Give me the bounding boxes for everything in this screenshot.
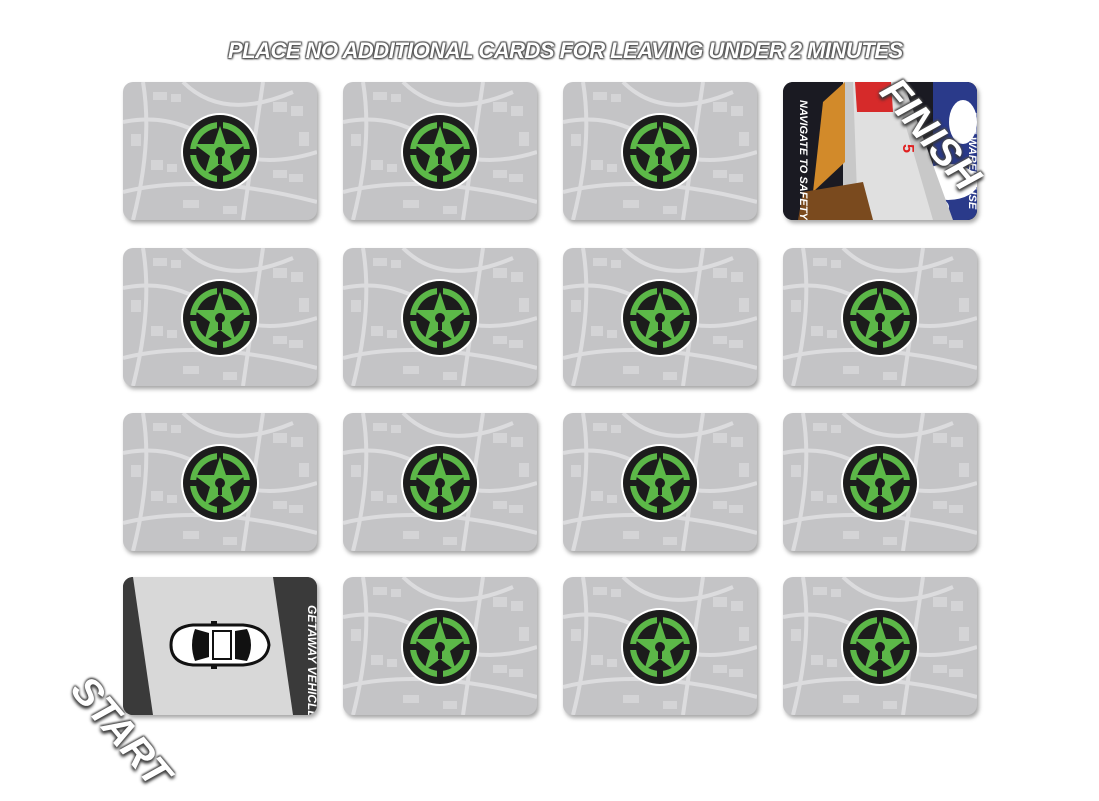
face-down-card[interactable]: [343, 413, 537, 551]
achievement-hunter-star-logo-icon: [400, 278, 480, 358]
achievement-hunter-star-logo-icon: [400, 443, 480, 523]
achievement-hunter-star-logo-icon: [400, 112, 480, 192]
face-down-card[interactable]: [563, 248, 757, 386]
face-down-card[interactable]: [783, 248, 977, 386]
face-down-card[interactable]: [123, 248, 317, 386]
start-card-title: GETAWAY VEHICLE: [305, 605, 317, 715]
finish-card-subtitle: NAVIGATE TO SAFETY: [797, 100, 809, 220]
achievement-hunter-star-logo-icon: [620, 112, 700, 192]
start-card-getaway-vehicle[interactable]: GETAWAY VEHICLE: [123, 577, 317, 715]
achievement-hunter-star-logo-icon: [620, 278, 700, 358]
face-down-card[interactable]: [343, 82, 537, 220]
achievement-hunter-star-logo-icon: [840, 443, 920, 523]
car-icon: [169, 621, 271, 669]
face-down-card[interactable]: [563, 82, 757, 220]
achievement-hunter-star-logo-icon: [400, 607, 480, 687]
achievement-hunter-star-logo-icon: [620, 607, 700, 687]
achievement-hunter-star-logo-icon: [180, 112, 260, 192]
face-down-card[interactable]: [563, 413, 757, 551]
face-down-card[interactable]: [123, 82, 317, 220]
achievement-hunter-star-logo-icon: [620, 443, 700, 523]
achievement-hunter-star-logo-icon: [840, 607, 920, 687]
face-down-card[interactable]: [123, 413, 317, 551]
achievement-hunter-star-logo-icon: [180, 278, 260, 358]
face-down-card[interactable]: [563, 577, 757, 715]
face-down-card[interactable]: [783, 577, 977, 715]
rules-banner: PLACE NO ADDITIONAL CARDS FOR LEAVING UN…: [228, 38, 903, 63]
achievement-hunter-star-logo-icon: [840, 278, 920, 358]
face-down-card[interactable]: [343, 577, 537, 715]
face-down-card[interactable]: [343, 248, 537, 386]
face-down-card[interactable]: [783, 413, 977, 551]
achievement-hunter-star-logo-icon: [180, 443, 260, 523]
